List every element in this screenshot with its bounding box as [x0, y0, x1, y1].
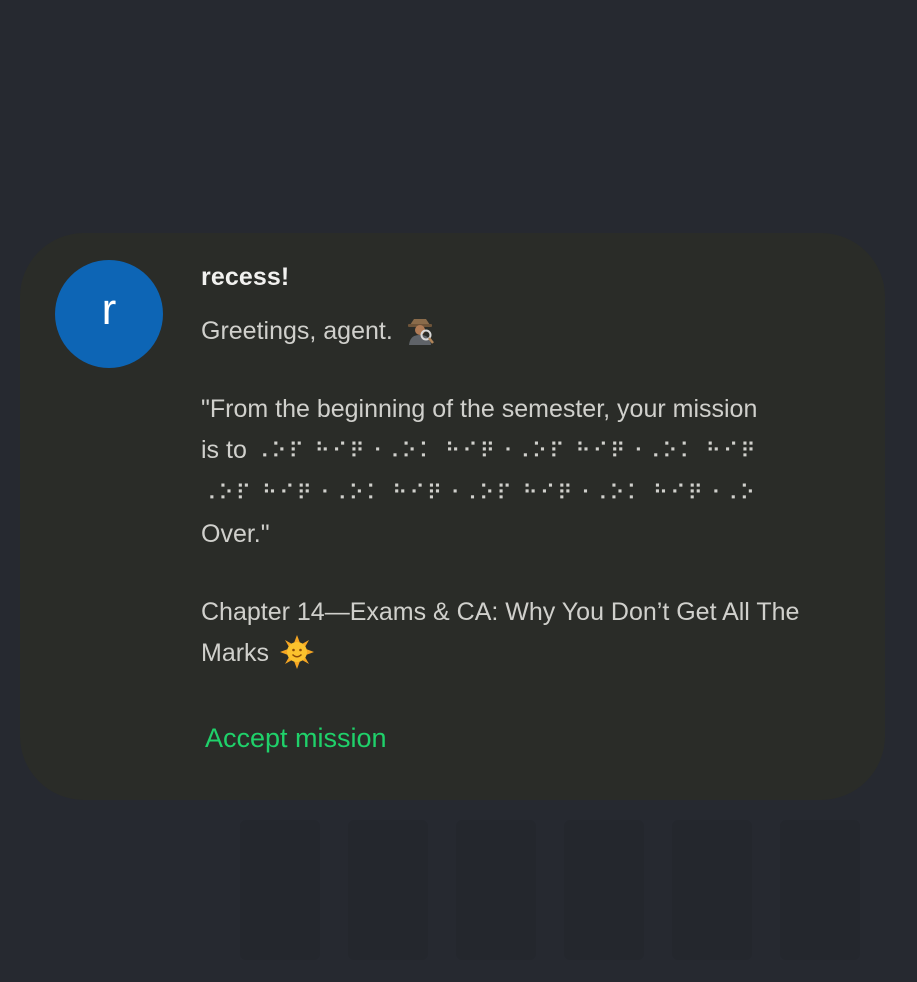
shadow-block — [780, 820, 860, 960]
sender-name: recess! — [201, 263, 290, 291]
avatar-letter: r — [101, 285, 117, 334]
braille-text-1: ⠠⠕⠏ ⠓⠊⠟⠐⠠⠕⠅ ⠓⠊⠟⠐⠠⠕⠏ ⠓⠊⠟⠐⠠⠕⠅ ⠓⠊⠟ — [253, 439, 758, 463]
mission-text-line-2: is to ⠠⠕⠏ ⠓⠊⠟⠐⠠⠕⠅ ⠓⠊⠟⠐⠠⠕⠏ ⠓⠊⠟⠐⠠⠕⠅ ⠓⠊⠟ — [201, 430, 851, 472]
chapter-line: Chapter 14—Exams & CA: Why You Don’t Get… — [201, 592, 851, 674]
shadow-block — [456, 820, 536, 960]
mission-prefix: is to — [201, 436, 247, 464]
braille-text-2: ⠠⠕⠏ ⠓⠊⠟⠐⠠⠕⠅ ⠓⠊⠟⠐⠠⠕⠏ ⠓⠊⠟⠐⠠⠕⠅ ⠓⠊⠟⠐⠠⠕ — [201, 481, 758, 505]
mission-text-line-3: ⠠⠕⠏ ⠓⠊⠟⠐⠠⠕⠅ ⠓⠊⠟⠐⠠⠕⠏ ⠓⠊⠟⠐⠠⠕⠅ ⠓⠊⠟⠐⠠⠕ — [201, 472, 851, 514]
background-shadow — [240, 820, 860, 960]
shadow-block — [564, 820, 644, 960]
greeting-line: Greetings, agent. — [201, 311, 851, 352]
greeting-text: Greetings, agent. — [201, 317, 393, 345]
mission-text-line-1: "From the beginning of the semester, you… — [201, 395, 758, 423]
notification-card[interactable]: r recess! Greetings, agent. "From the be… — [20, 233, 885, 800]
shadow-block — [240, 820, 320, 960]
detective-icon — [404, 315, 436, 345]
sun-with-face-icon — [280, 635, 315, 669]
accept-mission-button[interactable]: Accept mission — [205, 723, 387, 754]
avatar: r — [55, 260, 163, 368]
shadow-block — [348, 820, 428, 960]
shadow-block — [672, 820, 752, 960]
mission-text-line-4: Over." — [201, 520, 270, 548]
message-body: Greetings, agent. "From the beginning of… — [201, 311, 851, 674]
